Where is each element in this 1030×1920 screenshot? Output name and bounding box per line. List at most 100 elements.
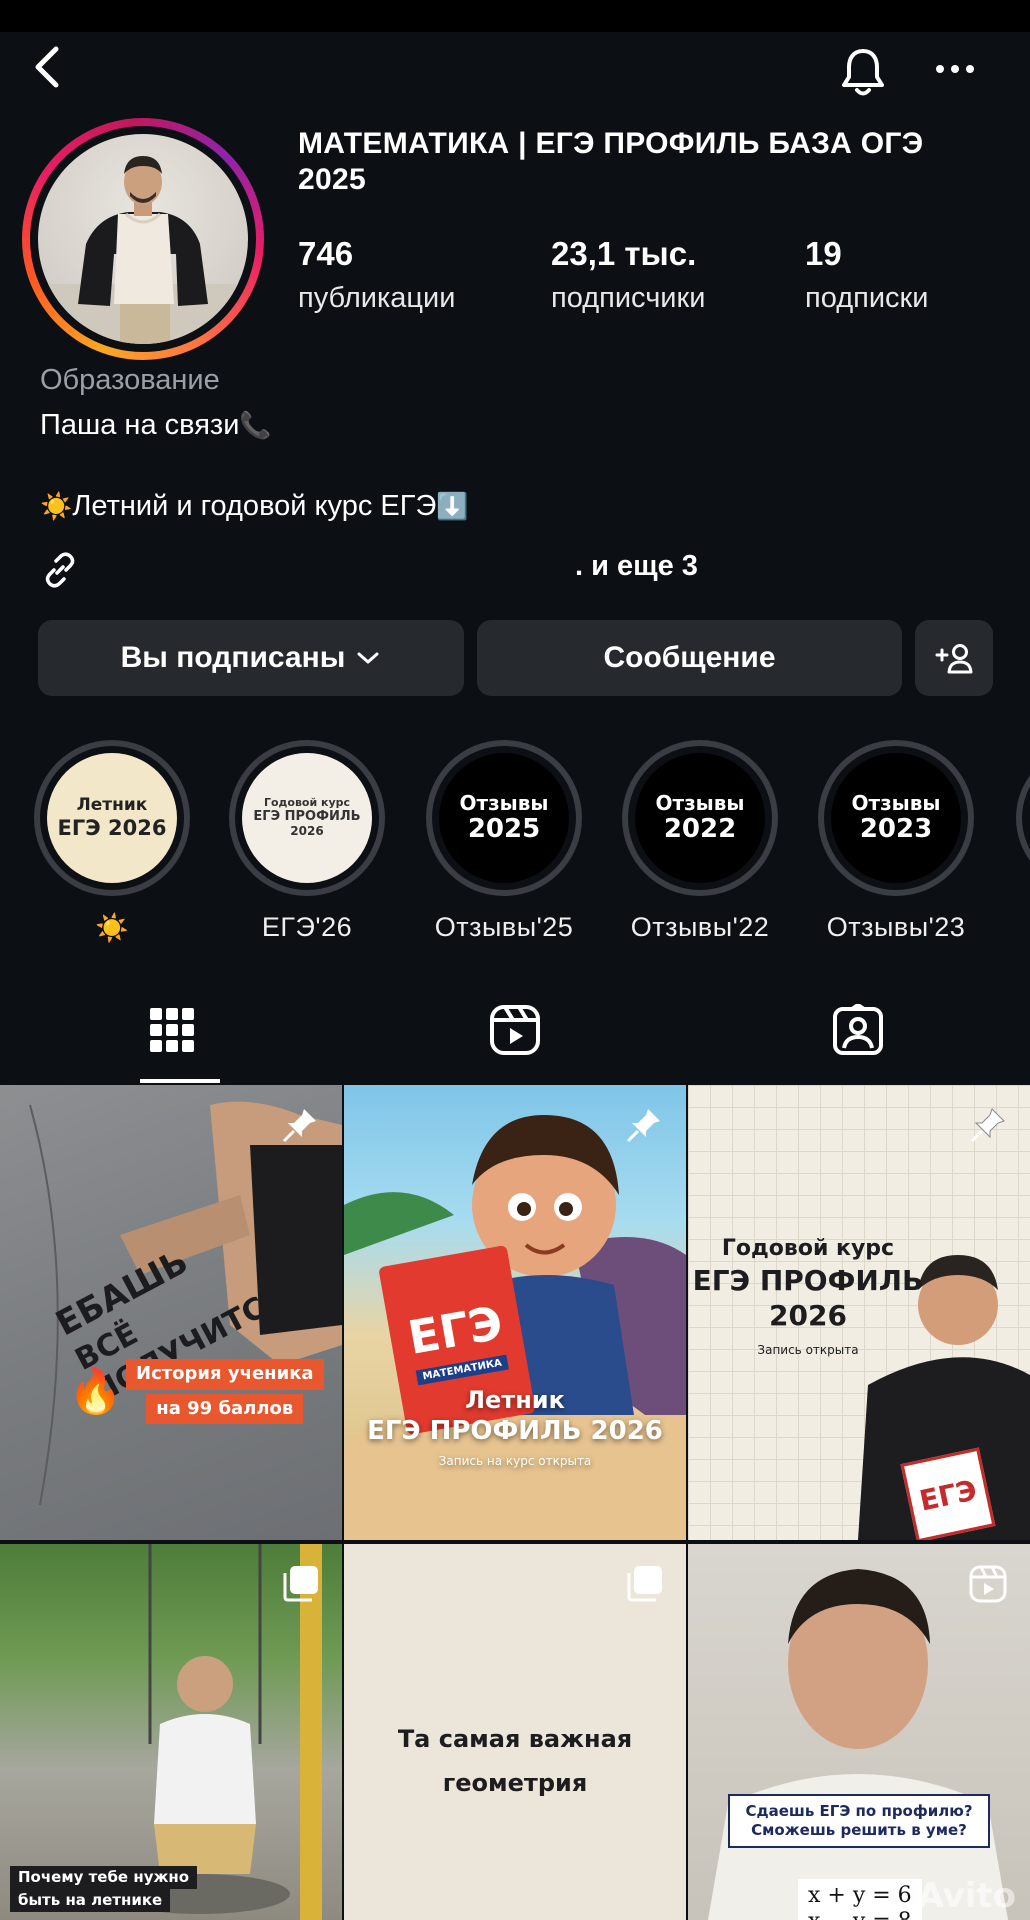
post-title-line: 2026 — [769, 1298, 847, 1332]
profile-name-line2: 2025 — [298, 163, 366, 196]
post-subtitle: Запись открыта — [757, 1342, 859, 1357]
links-more-text[interactable]: . и еще 3 — [575, 550, 698, 583]
pin-icon — [626, 1109, 660, 1143]
highlight-cover-text: 2026 — [290, 823, 324, 838]
add-person-icon — [935, 644, 973, 674]
highlight-cover-text: 2023 — [859, 813, 933, 844]
equation-line: x − y = 8 — [808, 1909, 912, 1920]
highlight-cover: Годовой курс ЕГЭ ПРОФИЛЬ 2026 — [242, 753, 372, 883]
pin-icon — [970, 1108, 1005, 1143]
book-title: ЕГЭ — [916, 1472, 980, 1518]
post-caption-line: Сможешь решить в уме? — [751, 1820, 967, 1839]
following-button-label: Вы подписаны — [120, 641, 346, 674]
post-tile[interactable]: Почему тебе нужно быть на летнике — [0, 1544, 342, 1920]
post-tile[interactable]: ЕГЭ МАТЕМАТИКА Летник ЕГЭ ПРОФИЛЬ 2026 З… — [344, 1085, 686, 1540]
equation-line: x + y = 6 — [808, 1883, 912, 1908]
chevron-left-icon — [35, 46, 59, 88]
person-illustration — [38, 156, 248, 344]
book-cover: ЕГЭ — [900, 1447, 996, 1540]
post-title-line: Летник — [465, 1386, 565, 1414]
highlight-cover: Летник ЕГЭ 2026 — [47, 753, 177, 883]
highlight-partial[interactable] — [1016, 746, 1030, 890]
post-caption: Сдаешь ЕГЭ по профилю? Сможешь решить в … — [728, 1794, 990, 1848]
post-caption: Почему тебе нужно быть на летнике — [10, 1866, 198, 1912]
post-tile[interactable]: ЕБАШЬ ВСЁ ПОЛУЧИТСЯ 🔥 История ученика на… — [0, 1085, 342, 1540]
message-button[interactable]: Сообщение — [477, 620, 902, 696]
highlight-cover-text: Отзывы — [655, 790, 745, 815]
tab-reels[interactable] — [343, 975, 686, 1085]
stat-followers[interactable]: 23,1 тыс. подписчики — [551, 234, 705, 318]
stat-followers-label: подписчики — [551, 282, 706, 314]
reels-icon — [489, 1005, 540, 1055]
profile-name-line1: МАТЕМАТИКА | ЕГЭ ПРОФИЛЬ БАЗА ОГЭ — [298, 127, 924, 160]
highlight-cover-text: 2022 — [663, 813, 737, 844]
following-button[interactable]: Вы подписаны — [38, 620, 464, 696]
bio-links[interactable]: . и еще 3 — [40, 550, 1000, 590]
highlight-label: Отзывы'22 — [630, 912, 770, 942]
highlight-ege26[interactable]: Годовой курс ЕГЭ ПРОФИЛЬ 2026 ЕГЭ'26 — [227, 740, 387, 943]
tab-posts[interactable] — [0, 975, 343, 1085]
highlight-summer[interactable]: Летник ЕГЭ 2026 ☀️ — [32, 740, 192, 944]
top-bar — [0, 32, 1030, 107]
post-tile[interactable]: ЕГЭ Годовой курс ЕГЭ ПРОФИЛЬ 2026 Запись… — [688, 1085, 1030, 1540]
post-title: Годовой курс ЕГЭ ПРОФИЛЬ 2026 Запись отк… — [688, 1235, 928, 1358]
highlight-reviews-23[interactable]: Отзывы 2023 Отзывы'23 — [816, 740, 976, 943]
back-button[interactable] — [22, 42, 72, 92]
avito-watermark: Avito — [917, 1876, 1016, 1916]
phone-icon: 📞 — [239, 410, 272, 440]
post-tile[interactable]: Та самая важная геометрия — [344, 1544, 686, 1920]
bio-line-2: ☀️ Летний и годовой курс ЕГЭ ⬇️ — [40, 490, 469, 523]
bio-line-2-text: Летний и годовой курс ЕГЭ — [72, 490, 437, 522]
suggested-people-button[interactable] — [915, 620, 993, 696]
fire-icon: 🔥 — [68, 1367, 123, 1416]
sun-icon: ☀️ — [40, 491, 73, 521]
down-arrow-icon: ⬇️ — [436, 491, 469, 521]
posts-grid: ЕБАШЬ ВСЁ ПОЛУЧИТСЯ 🔥 История ученика на… — [0, 1085, 1030, 1920]
highlight-cover-text: Отзывы — [851, 790, 941, 815]
bio-line-1-text: Паша на связи — [40, 409, 240, 441]
profile-category: Образование — [40, 364, 220, 396]
stat-posts-label: публикации — [298, 282, 456, 314]
highlight-cover-text: 2025 — [467, 813, 541, 844]
post-tag-line: История ученика — [126, 1359, 324, 1390]
post-title-line: ЕГЭ ПРОФИЛЬ — [692, 1263, 924, 1297]
tab-tagged[interactable] — [686, 975, 1029, 1085]
highlight-reviews-25[interactable]: Отзывы 2025 Отзывы'25 — [424, 740, 584, 943]
message-button-label: Сообщение — [603, 641, 776, 674]
bell-icon — [842, 49, 884, 96]
tagged-person-icon — [832, 1004, 883, 1055]
bio-line-1: Паша на связи📞 — [40, 409, 272, 442]
post-tag-line: на 99 баллов — [146, 1393, 304, 1424]
highlight-cover: Отзывы 2025 — [439, 753, 569, 883]
more-options-button[interactable] — [925, 44, 985, 94]
active-tab-indicator — [140, 1079, 220, 1083]
post-caption-line: Почему тебе нужно — [10, 1866, 198, 1889]
post-title-line: ЕГЭ ПРОФИЛЬ 2026 — [367, 1416, 663, 1446]
status-bar — [0, 0, 1030, 32]
book-title: ЕГЭ — [403, 1294, 507, 1365]
post-tag: История ученика на 99 баллов — [126, 1359, 324, 1424]
carousel-icon — [627, 1566, 662, 1602]
highlight-label: ЕГЭ'26 — [261, 912, 353, 942]
post-title: Та самая важная геометрия — [344, 1724, 686, 1798]
post-title-line: Годовой курс — [721, 1236, 895, 1261]
link-icon — [45, 552, 75, 588]
post-tile[interactable]: Сдаешь ЕГЭ по профилю? Сможешь решить в … — [688, 1544, 1030, 1920]
post-title-line: геометрия — [442, 1769, 588, 1797]
highlight-cover-text: ЕГЭ 2026 — [57, 815, 167, 840]
stat-posts[interactable]: 746 публикации — [298, 234, 455, 318]
highlight-cover: Отзывы 2022 — [635, 753, 765, 883]
carousel-icon — [283, 1566, 318, 1602]
stat-following[interactable]: 19 подписки — [805, 234, 928, 318]
avatar-photo — [38, 134, 248, 344]
notifications-button[interactable] — [833, 42, 893, 102]
stat-posts-value: 746 — [298, 235, 354, 272]
highlight-cover-text: ЕГЭ ПРОФИЛЬ — [253, 808, 361, 824]
post-title-line: Та самая важная — [397, 1725, 633, 1753]
post-subtitle: Запись на курс открыта — [438, 1453, 592, 1468]
profile-avatar[interactable] — [22, 118, 264, 360]
grid-icon — [149, 1008, 194, 1052]
stat-following-label: подписки — [805, 282, 929, 314]
highlight-reviews-22[interactable]: Отзывы 2022 Отзывы'22 — [620, 740, 780, 943]
stat-followers-value: 23,1 тыс. — [551, 235, 697, 272]
